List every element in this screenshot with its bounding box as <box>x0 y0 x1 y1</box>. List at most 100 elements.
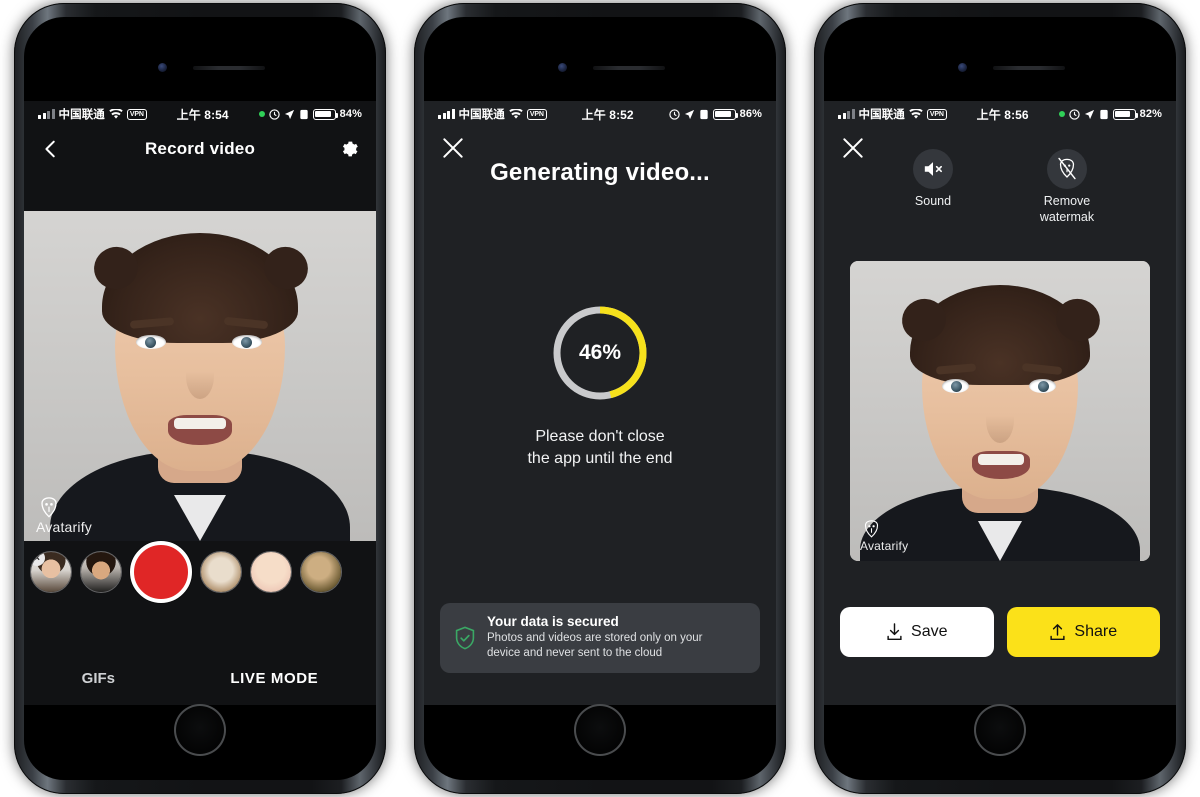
watermark-label: Avatarify <box>36 519 93 535</box>
signal-bars-icon <box>438 109 455 119</box>
status-time: 上午 8:54 <box>176 107 229 122</box>
mode-tabs: GIFs LIVE MODE <box>24 670 376 687</box>
portrait-image <box>24 211 376 541</box>
alarm-icon <box>300 109 308 119</box>
avatar-thumb-dog[interactable] <box>200 551 242 593</box>
generating-title: Generating video... <box>490 159 710 186</box>
avatar-thumb-man-dark-hair[interactable] <box>80 551 122 593</box>
portrait-mouth <box>168 415 232 445</box>
progress-ring: 46% <box>548 301 652 405</box>
alarm-icon <box>1100 109 1108 119</box>
home-button[interactable] <box>174 704 226 756</box>
record-button[interactable] <box>130 541 192 603</box>
screenshot-stage: 中国联通 VPN 上午 8:54 84% Record video Avatar… <box>0 0 1200 797</box>
shield-check-icon <box>455 626 475 650</box>
clock-icon <box>668 108 680 120</box>
watermark-label: Avatarify <box>860 539 909 553</box>
battery-label: 86% <box>739 108 762 120</box>
wifi-icon <box>909 108 923 119</box>
portrait-eye-left <box>136 335 166 349</box>
share-button[interactable]: Share <box>1006 607 1160 657</box>
avatar-thumb-man-glasses[interactable]: × <box>30 551 72 593</box>
vpn-badge-icon: VPN <box>126 108 147 120</box>
location-arrow-icon <box>1084 109 1094 119</box>
camera-preview: Avatarify <box>24 211 376 541</box>
earpiece-speaker <box>993 66 1065 70</box>
portrait-mouth <box>972 451 1030 479</box>
wifi-icon <box>109 108 123 119</box>
avatar-thumb-painting[interactable] <box>300 551 342 593</box>
remove-watermark-button[interactable]: Remove watermak <box>1021 149 1113 225</box>
page-title: Record video <box>144 139 256 158</box>
status-bar: 中国联通 VPN 上午 8:54 84% <box>24 101 376 127</box>
avatarify-logo-icon <box>864 520 879 538</box>
front-camera-icon <box>158 63 167 72</box>
battery-label: 82% <box>1139 108 1162 120</box>
avatar-carousel[interactable]: × <box>24 541 376 603</box>
upload-icon <box>1050 623 1065 640</box>
data-secured-banner: Your data is secured Photos and videos a… <box>440 602 760 673</box>
save-button-label: Save <box>911 623 948 640</box>
sound-toggle[interactable]: Sound <box>887 149 979 225</box>
portrait-eye-right <box>232 335 262 349</box>
front-camera-icon <box>958 63 967 72</box>
result-toolbar: Sound Remove watermak <box>824 149 1176 225</box>
watermark: Avatarify <box>860 520 908 553</box>
speaker-mute-icon <box>924 162 943 176</box>
watermark: Avatarify <box>36 497 92 535</box>
portrait-eye-right <box>1029 379 1056 393</box>
avatar-thumb-baby[interactable] <box>250 551 292 593</box>
screen-generating-video: 中国联通 VPN 上午 8:52 86% Generating video...… <box>424 101 776 705</box>
progress-percent-label: 46% <box>578 341 622 364</box>
alarm-icon <box>700 109 708 119</box>
data-secured-body-line1: Photos and videos are stored only on you… <box>487 631 703 644</box>
download-icon <box>887 622 902 640</box>
remove-watermark-circle <box>1047 149 1087 189</box>
carrier-label: 中国联通 <box>458 109 505 121</box>
phone-body: 中国联通 VPN 上午 8:52 86% Generating video...… <box>414 3 786 794</box>
vpn-badge-icon: VPN <box>926 108 947 120</box>
home-button[interactable] <box>574 704 626 756</box>
portrait-nose <box>986 397 1014 443</box>
remove-watermark-label-line2: watermak <box>1039 209 1095 224</box>
location-arrow-icon <box>684 109 694 119</box>
back-chevron-icon[interactable] <box>40 138 62 160</box>
signal-bars-icon <box>838 109 855 119</box>
result-preview[interactable]: Avatarify <box>850 261 1150 561</box>
phone-glass: 中国联通 VPN 上午 8:54 84% Record video Avatar… <box>24 17 376 780</box>
screen-record-video: 中国联通 VPN 上午 8:54 84% Record video Avatar… <box>24 101 376 705</box>
recording-indicator-dot <box>1058 111 1065 117</box>
portrait-eye-left <box>942 379 969 393</box>
result-actions: Save Share <box>840 607 1160 657</box>
carrier-label: 中国联通 <box>858 109 905 121</box>
wifi-icon <box>509 108 523 119</box>
phone-body: 中国联通 VPN 上午 8:54 84% Record video Avatar… <box>14 3 386 794</box>
status-time: 上午 8:52 <box>581 107 634 122</box>
earpiece-speaker <box>193 66 265 70</box>
clock-icon <box>268 108 280 120</box>
phone-glass: 中国联通 VPN 上午 8:56 82% Sound Remove waterm… <box>824 17 1176 780</box>
navbar: Record video <box>24 127 376 171</box>
save-button[interactable]: Save <box>840 607 994 657</box>
status-bar: 中国联通 VPN 上午 8:56 82% <box>824 101 1176 127</box>
portrait-nose <box>186 353 214 399</box>
generating-message-line2: the app until the end <box>527 449 673 467</box>
recording-indicator-dot <box>258 111 265 117</box>
tab-live-mode[interactable]: LIVE MODE <box>230 670 318 687</box>
phone-result-share: 中国联通 VPN 上午 8:56 82% Sound Remove waterm… <box>800 0 1200 797</box>
status-time: 上午 8:56 <box>976 107 1029 122</box>
gear-icon[interactable] <box>338 138 360 160</box>
clock-icon <box>1068 108 1080 120</box>
sound-label: Sound <box>914 194 952 208</box>
close-icon[interactable] <box>440 135 466 161</box>
home-button[interactable] <box>974 704 1026 756</box>
carrier-label: 中国联通 <box>58 109 105 121</box>
tab-gifs[interactable]: GIFs <box>82 670 115 687</box>
phone-glass: 中国联通 VPN 上午 8:52 86% Generating video...… <box>424 17 776 780</box>
battery-percent <box>712 108 739 120</box>
generating-message: Please don't close the app until the end <box>424 426 776 469</box>
generating-message-line1: Please don't close <box>535 428 665 445</box>
avatarify-logo-icon <box>41 497 57 518</box>
front-camera-icon <box>558 63 567 72</box>
battery-percent <box>312 108 339 120</box>
